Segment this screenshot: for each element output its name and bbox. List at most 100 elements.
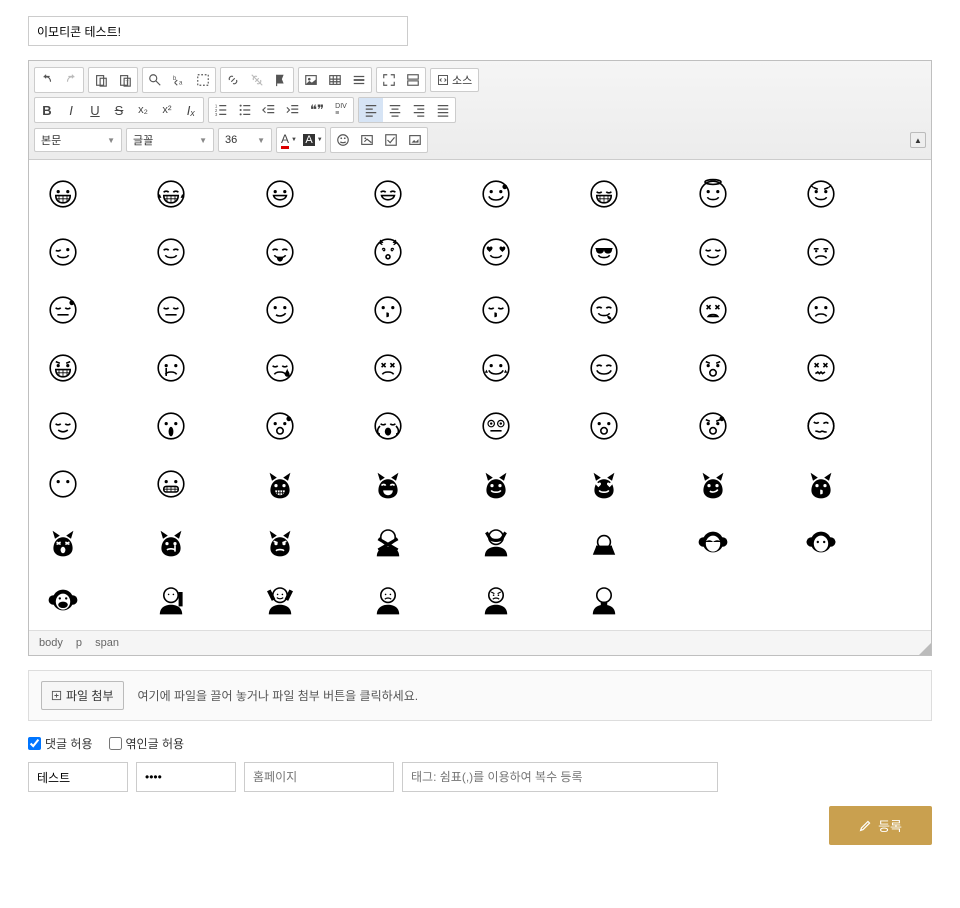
chevron-down-icon: ▼ bbox=[107, 136, 115, 145]
table-button[interactable] bbox=[323, 68, 347, 92]
file-upload-area[interactable]: 파일 첨부 여기에 파일을 끌어 놓거나 파일 첨부 버튼을 클릭하세요. bbox=[28, 670, 932, 721]
allow-trackback-label: 엮인글 허용 bbox=[126, 735, 185, 752]
emoji-frowning bbox=[805, 294, 841, 330]
source-button[interactable]: 소스 bbox=[430, 68, 479, 92]
find-button[interactable] bbox=[143, 68, 167, 92]
checkbox-button[interactable] bbox=[379, 128, 403, 152]
editor-content-area[interactable] bbox=[29, 160, 931, 630]
link-button[interactable] bbox=[221, 68, 245, 92]
emoji-no-good bbox=[372, 526, 408, 562]
emoji-smug bbox=[47, 410, 83, 446]
emoji-empty bbox=[805, 584, 841, 620]
align-center-button[interactable] bbox=[383, 98, 407, 122]
emoji-astonished bbox=[588, 410, 624, 446]
emoji-savoring bbox=[155, 236, 191, 272]
emoji-folded-hands bbox=[588, 584, 624, 620]
blockquote-button[interactable]: ❝❞ bbox=[305, 98, 329, 122]
nickname-input[interactable] bbox=[28, 762, 128, 792]
bold-button[interactable]: B bbox=[35, 98, 59, 122]
maximize-button[interactable] bbox=[377, 68, 401, 92]
selectall-button[interactable] bbox=[191, 68, 215, 92]
toolbar-collapse-button[interactable]: ▲ bbox=[910, 132, 926, 148]
fontsize-select[interactable]: 36▼ bbox=[218, 128, 272, 152]
hr-button[interactable] bbox=[347, 68, 371, 92]
emoji-kissing bbox=[372, 294, 408, 330]
replace-button[interactable]: ba bbox=[167, 68, 191, 92]
allow-trackback-option[interactable]: 엮인글 허용 bbox=[109, 735, 185, 752]
emoji-grid bbox=[47, 178, 913, 620]
image-button[interactable] bbox=[299, 68, 323, 92]
anchor-button[interactable] bbox=[269, 68, 293, 92]
tags-input[interactable] bbox=[402, 762, 718, 792]
element-path-bar: body p span bbox=[29, 630, 931, 655]
format-select[interactable]: 본문▼ bbox=[34, 128, 122, 152]
emoji-joy bbox=[155, 178, 191, 214]
emoji-cat-grin bbox=[264, 468, 300, 504]
emoji-cold-sweat bbox=[264, 410, 300, 446]
undo-button[interactable] bbox=[35, 68, 59, 92]
path-span[interactable]: span bbox=[95, 637, 119, 649]
emoji-woozy bbox=[805, 410, 841, 446]
path-p[interactable]: p bbox=[76, 637, 82, 649]
unlink-button[interactable] bbox=[245, 68, 269, 92]
smiley-button[interactable] bbox=[331, 128, 355, 152]
ordered-list-button[interactable]: 123 bbox=[209, 98, 233, 122]
allow-comment-checkbox[interactable] bbox=[28, 737, 41, 750]
emoji-persevering bbox=[372, 352, 408, 388]
path-body[interactable]: body bbox=[39, 637, 63, 649]
emoji-dizzy bbox=[372, 236, 408, 272]
image-upload-button[interactable] bbox=[355, 128, 379, 152]
removeformat-button[interactable]: Iₓ bbox=[179, 98, 203, 122]
underline-button[interactable]: U bbox=[83, 98, 107, 122]
showblocks-button[interactable] bbox=[401, 68, 425, 92]
emoji-smirk bbox=[264, 294, 300, 330]
upload-hint-text: 여기에 파일을 끌어 놓거나 파일 첨부 버튼을 클릭하세요. bbox=[138, 687, 419, 704]
font-select[interactable]: 글꼴▼ bbox=[126, 128, 214, 152]
editor-toolbar: T ba 소스 bbox=[29, 61, 931, 160]
emoji-raising-hand bbox=[155, 584, 191, 620]
password-input[interactable] bbox=[136, 762, 236, 792]
align-right-button[interactable] bbox=[407, 98, 431, 122]
paste-button[interactable] bbox=[89, 68, 113, 92]
title-input[interactable] bbox=[28, 16, 408, 46]
emoji-speak-no-evil bbox=[47, 584, 83, 620]
emoji-cat-cry bbox=[155, 526, 191, 562]
emoji-heart-eyes bbox=[480, 236, 516, 272]
emoji-cat-smile bbox=[480, 468, 516, 504]
paste-text-button[interactable]: T bbox=[113, 68, 137, 92]
italic-button[interactable]: I bbox=[59, 98, 83, 122]
svg-text:T: T bbox=[125, 80, 129, 86]
emoji-grimacing bbox=[155, 468, 191, 504]
emoji-flushed bbox=[480, 410, 516, 446]
file-attach-button[interactable]: 파일 첨부 bbox=[41, 681, 124, 710]
allow-comment-label: 댓글 허용 bbox=[45, 735, 93, 752]
submit-button[interactable]: 등록 bbox=[829, 806, 932, 845]
emoji-confounded bbox=[805, 352, 841, 388]
emoji-laugh bbox=[588, 178, 624, 214]
emoji-smile-open bbox=[264, 178, 300, 214]
strike-button[interactable]: S bbox=[107, 98, 131, 122]
bgcolor-button[interactable]: A▼ bbox=[301, 128, 325, 152]
homepage-input[interactable] bbox=[244, 762, 394, 792]
div-button[interactable]: DIV≡ bbox=[329, 98, 353, 122]
align-justify-button[interactable] bbox=[431, 98, 455, 122]
allow-comment-option[interactable]: 댓글 허용 bbox=[28, 735, 93, 752]
emoji-pouting-person bbox=[480, 584, 516, 620]
emoji-smile-tears bbox=[480, 352, 516, 388]
align-left-button[interactable] bbox=[359, 98, 383, 122]
indent-button[interactable] bbox=[281, 98, 305, 122]
emoji-devil bbox=[805, 178, 841, 214]
subscript-button[interactable]: x₂ bbox=[131, 98, 155, 122]
outdent-button[interactable] bbox=[257, 98, 281, 122]
emoji-frowning-person bbox=[372, 584, 408, 620]
resize-handle-icon[interactable] bbox=[919, 643, 931, 655]
superscript-button[interactable]: x² bbox=[155, 98, 179, 122]
unordered-list-button[interactable] bbox=[233, 98, 257, 122]
emoji-see-no-evil bbox=[697, 526, 733, 562]
allow-trackback-checkbox[interactable] bbox=[109, 737, 122, 750]
chevron-down-icon: ▼ bbox=[199, 136, 207, 145]
emoji-cat-pouting bbox=[264, 526, 300, 562]
image-block-button[interactable] bbox=[403, 128, 427, 152]
textcolor-button[interactable]: A▼ bbox=[277, 128, 301, 152]
redo-button[interactable] bbox=[59, 68, 83, 92]
